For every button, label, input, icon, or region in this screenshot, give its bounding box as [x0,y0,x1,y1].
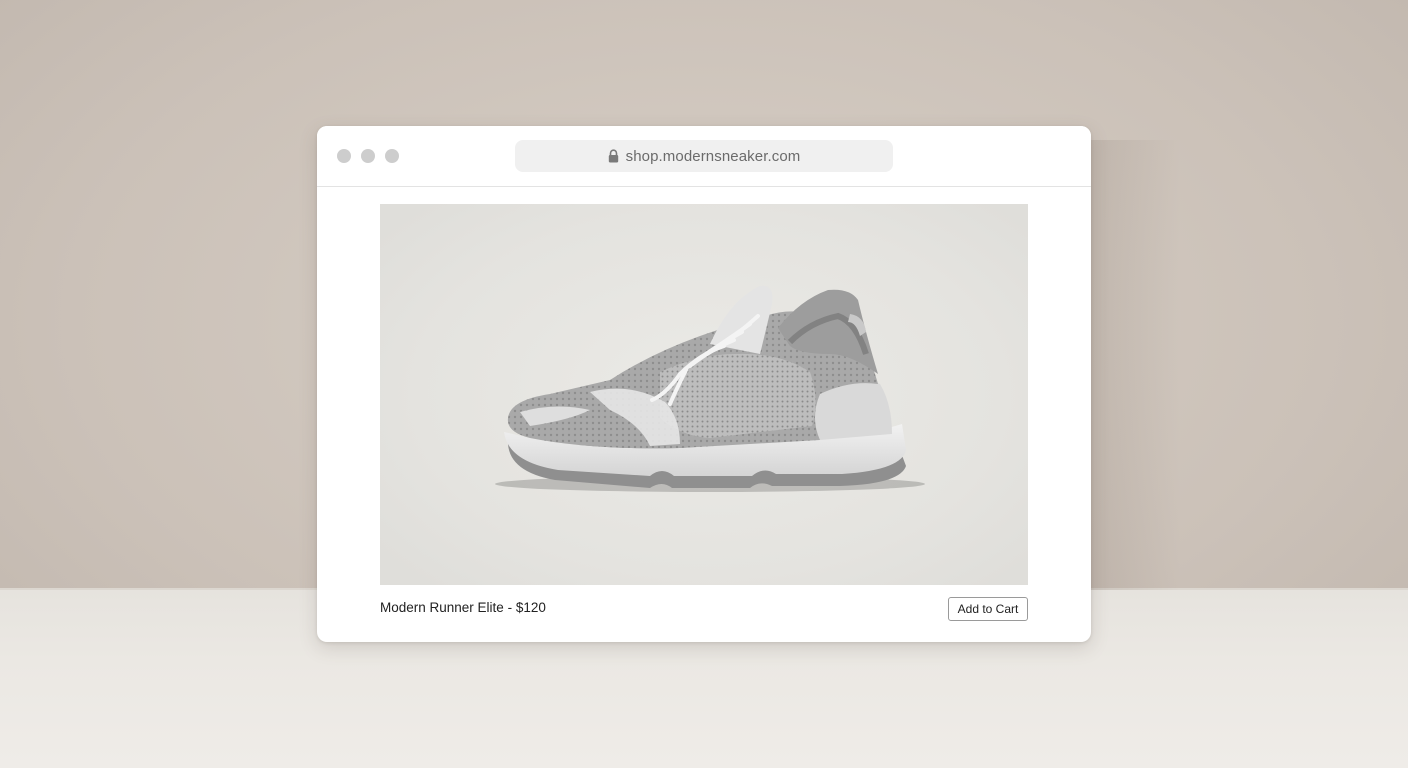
product-name: Modern Runner Elite [380,600,504,615]
page-content: Modern Runner Elite - $120 Add to Cart [317,187,1091,642]
window-minimize-dot[interactable] [361,149,375,163]
window-maximize-dot[interactable] [385,149,399,163]
address-bar[interactable]: shop.modernsneaker.com [515,140,893,172]
sneaker-image [495,285,925,492]
browser-titlebar: shop.modernsneaker.com [317,126,1091,187]
url-text: shop.modernsneaker.com [625,147,801,165]
lock-icon [608,149,619,163]
price-separator: - [503,600,516,615]
browser-window: shop.modernsneaker.com Modern Runner Eli… [317,126,1091,642]
product-price: $120 [515,600,546,615]
product-image[interactable] [380,204,1028,585]
product-title-price: Modern Runner Elite - $120 [380,600,546,615]
add-to-cart-button[interactable]: Add to Cart [948,597,1028,621]
window-close-dot[interactable] [337,149,351,163]
